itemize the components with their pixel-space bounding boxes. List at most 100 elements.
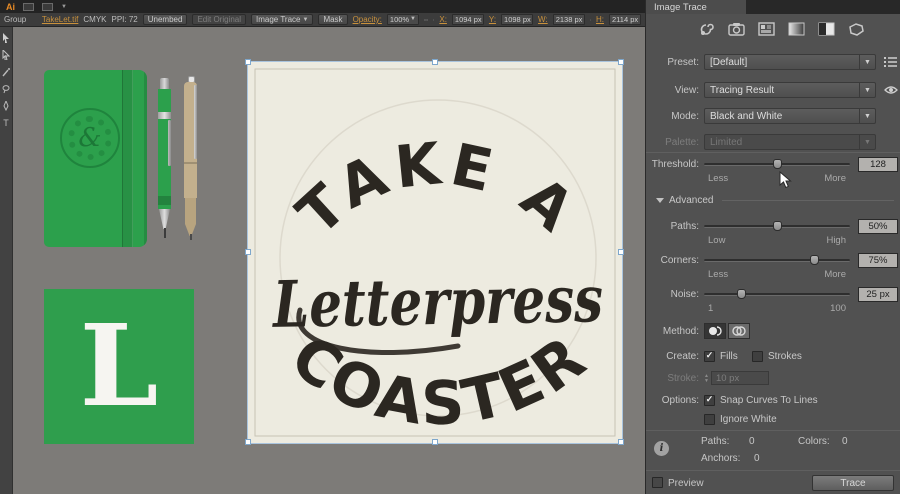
preset-dropdown[interactable]: [Default] ▼ — [704, 54, 876, 70]
separator — [646, 470, 900, 471]
preset-menu-icon[interactable] — [884, 56, 897, 68]
selection-handle-s[interactable] — [432, 439, 438, 445]
h-label[interactable]: H: — [596, 15, 604, 24]
high-color-preset-icon[interactable] — [728, 22, 745, 36]
selection-handle-sw[interactable] — [245, 439, 251, 445]
chevron-down-icon: ▼ — [302, 15, 308, 25]
auto-color-preset-icon[interactable] — [698, 22, 715, 36]
eye-icon[interactable] — [884, 85, 898, 95]
x-label[interactable]: X: — [439, 15, 447, 24]
green-mechanical-pencil-artwork[interactable] — [157, 78, 172, 240]
low-color-preset-icon[interactable] — [758, 22, 775, 36]
type-tool-icon[interactable]: T — [2, 118, 10, 128]
selection-tool-icon[interactable] — [2, 33, 10, 43]
linked-file-link[interactable]: TakeLet.tif — [42, 15, 78, 24]
stroke-row: Stroke: ▲▼ 10 px — [646, 370, 900, 386]
separator — [646, 152, 900, 153]
selection-type-label: Group — [4, 15, 26, 24]
reference-point-icon[interactable] — [433, 15, 434, 25]
create-row: Create: Fills Strokes — [646, 348, 900, 364]
snap-curves-checkbox[interactable] — [704, 395, 715, 406]
advanced-section-header[interactable]: Advanced — [656, 194, 894, 207]
align-icons-group[interactable] — [424, 15, 428, 25]
mouse-cursor — [779, 171, 793, 189]
view-row: View: Tracing Result ▼ — [646, 82, 900, 98]
y-label[interactable]: Y: — [489, 15, 496, 24]
selection-handle-e[interactable] — [618, 249, 624, 255]
arrange-documents-icon[interactable] — [42, 3, 53, 11]
stroke-value-field: 10 px — [711, 371, 769, 385]
paths-slider[interactable] — [704, 218, 850, 234]
panel-tab-bar: Image Trace — [646, 0, 900, 14]
corners-slider[interactable] — [704, 252, 850, 268]
image-trace-button[interactable]: Image Trace ▼ — [251, 14, 313, 25]
corners-value-box[interactable]: 75% — [858, 253, 898, 268]
grayscale-preset-icon[interactable] — [788, 22, 805, 36]
fills-checkbox[interactable] — [704, 351, 715, 362]
corners-slider-thumb[interactable] — [810, 255, 819, 265]
h-field[interactable]: 2114 px — [609, 14, 641, 25]
ignore-white-row: Ignore White — [646, 411, 900, 427]
selection-handle-w[interactable] — [245, 249, 251, 255]
selection-handle-nw[interactable] — [245, 59, 251, 65]
placed-image-coaster-scan[interactable]: TAKE A Letterpress COASTER — [248, 62, 622, 443]
ignore-white-checkbox[interactable] — [704, 414, 715, 425]
image-trace-panel-tab[interactable]: Image Trace — [646, 0, 746, 14]
noise-slider[interactable] — [704, 286, 850, 302]
magic-wand-tool-icon[interactable] — [2, 67, 10, 77]
noise-value-box[interactable]: 25 px — [858, 287, 898, 302]
create-label: Create: — [646, 351, 699, 362]
threshold-slider[interactable] — [704, 156, 850, 172]
lasso-tool-icon[interactable] — [2, 84, 10, 94]
w-field[interactable]: 2138 px — [553, 14, 585, 25]
threshold-label: Threshold: — [646, 159, 699, 170]
x-field[interactable]: 1094 px — [452, 14, 484, 25]
threshold-value-box[interactable]: 128 — [858, 157, 898, 172]
strokes-checkbox[interactable] — [752, 351, 763, 362]
selection-handle-se[interactable] — [618, 439, 624, 445]
paths-value-box[interactable]: 50% — [858, 219, 898, 234]
green-logo-square-artwork[interactable]: L — [44, 289, 194, 444]
paths-label: Paths: — [646, 221, 699, 232]
threshold-slider-thumb[interactable] — [773, 159, 782, 169]
opacity-value-field[interactable]: 100% ▼ — [387, 14, 419, 25]
advanced-label: Advanced — [669, 195, 713, 206]
bridge-icon[interactable] — [23, 3, 34, 11]
paths-max-label: High — [826, 235, 846, 246]
separator — [646, 430, 900, 431]
noise-slider-thumb[interactable] — [737, 289, 746, 299]
selection-handle-n[interactable] — [432, 59, 438, 65]
direct-selection-tool-icon[interactable] — [2, 50, 10, 60]
unembed-button[interactable]: Unembed — [143, 14, 188, 25]
y-field[interactable]: 1098 px — [501, 14, 533, 25]
mode-dropdown[interactable]: Black and White ▼ — [704, 108, 876, 124]
info-colors-label: Colors: — [798, 436, 830, 447]
mask-button[interactable]: Mask — [318, 14, 347, 25]
notebook-edge-shadow — [144, 70, 147, 247]
green-notebook-artwork[interactable]: & — [44, 70, 147, 247]
opacity-value: 100% — [390, 15, 409, 24]
stroke-label: Stroke: — [646, 373, 699, 384]
pen-tool-icon[interactable] — [2, 101, 10, 111]
black-and-white-preset-icon[interactable] — [818, 22, 835, 36]
selection-handle-ne[interactable] — [618, 59, 624, 65]
info-anchors-label: Anchors: — [701, 453, 740, 464]
snap-curves-label: Snap Curves To Lines — [720, 395, 818, 406]
mode-value: Black and White — [705, 111, 859, 122]
view-dropdown[interactable]: Tracing Result ▼ — [704, 82, 876, 98]
options-row: Options: Snap Curves To Lines — [646, 392, 900, 408]
application-bar: Ai ▼ — [0, 0, 645, 13]
w-label[interactable]: W: — [538, 15, 548, 24]
view-value: Tracing Result — [705, 85, 859, 96]
preview-checkbox[interactable] — [652, 477, 663, 488]
method-overlapping-button[interactable] — [728, 323, 750, 339]
noise-min-label: 1 — [708, 303, 713, 314]
opacity-link[interactable]: Opacity: — [353, 15, 382, 24]
paths-slider-thumb[interactable] — [773, 221, 782, 231]
trace-button[interactable]: Trace — [812, 475, 894, 491]
info-paths-value: 0 — [749, 436, 755, 447]
link-dimensions-icon[interactable] — [590, 16, 591, 24]
kraft-pen-artwork[interactable] — [183, 76, 199, 240]
method-abutting-button[interactable] — [704, 323, 726, 339]
outline-preset-icon[interactable] — [848, 22, 865, 36]
